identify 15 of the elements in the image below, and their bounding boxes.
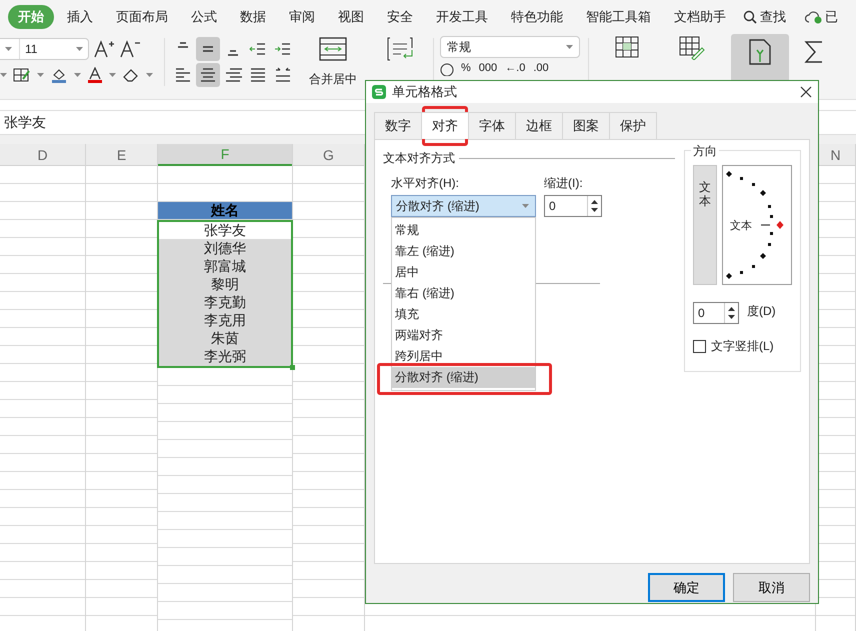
dial-text: 文本	[730, 218, 752, 233]
field-label: 度(D)	[747, 303, 776, 320]
group-title: 文本对齐方式	[383, 150, 675, 167]
table-header: 姓名	[158, 202, 292, 220]
table-cell: 李光弼	[159, 348, 291, 366]
table-cell: 刘德华	[159, 240, 291, 258]
table-cell: 朱茵	[159, 330, 291, 348]
table-cell: 黎明	[159, 276, 291, 294]
field-label: 缩进(I):	[544, 175, 584, 192]
dialog-title: 单元格格式	[392, 83, 458, 101]
field-label: 水平对齐(H):	[391, 175, 460, 192]
table-cell: 张学友	[159, 222, 291, 240]
table-cell: 李克用	[159, 312, 291, 330]
table-cell: 郭富城	[159, 258, 291, 276]
table-cell: 李克勤	[159, 294, 291, 312]
